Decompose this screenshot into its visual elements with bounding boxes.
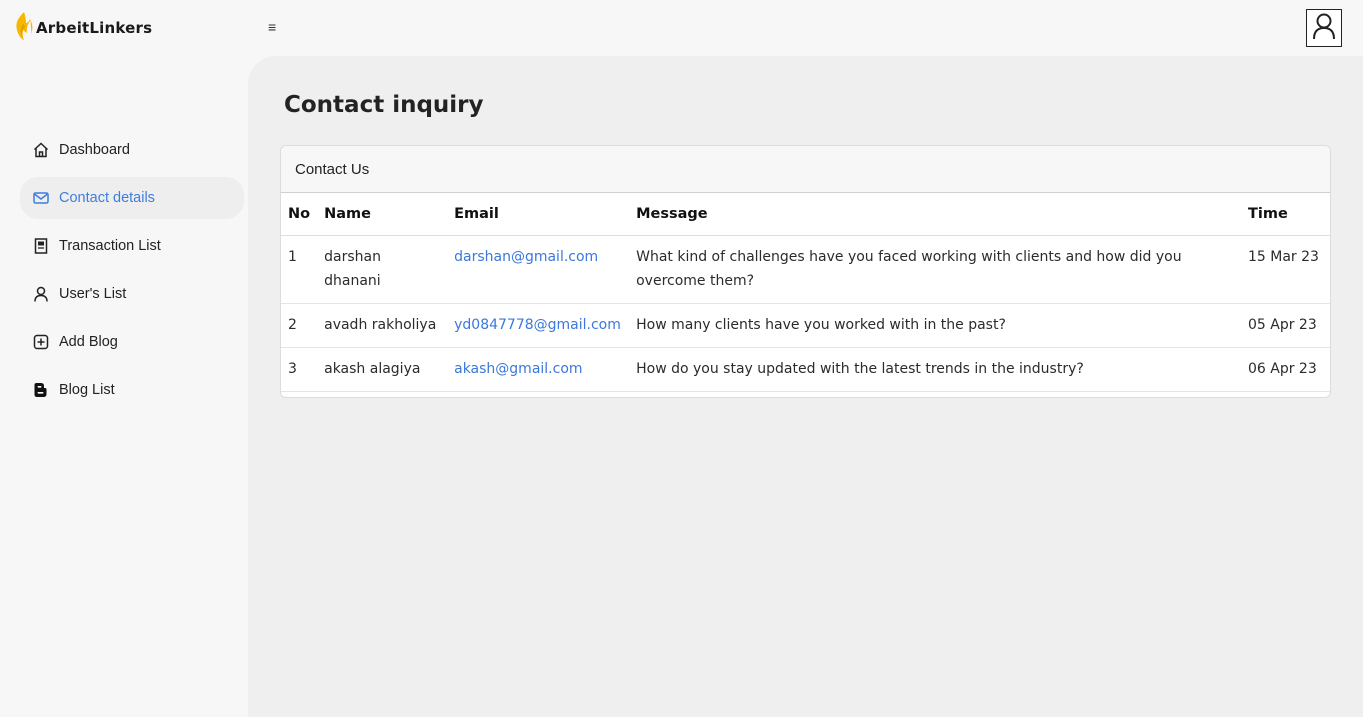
cell-name: avadh rakholiya [317, 303, 448, 348]
sidebar-item-label: Contact details [59, 190, 155, 206]
contact-table: No Name Email Message Time 1 darshan dha… [281, 193, 1330, 392]
contact-card: Contact Us No Name Email Message Time 1 … [280, 145, 1331, 398]
sidebar-item-users-list[interactable]: User's List [0, 270, 248, 318]
card-header: Contact Us [281, 146, 1330, 193]
sidebar-nav: Dashboard Contact details Transaction Li… [0, 126, 248, 414]
ledger-icon [32, 238, 49, 255]
sidebar-item-label: Add Blog [59, 334, 118, 350]
table-row: 3 akash alagiya akash@gmail.com How do y… [281, 347, 1330, 392]
cell-name: darshan dhanani [317, 235, 448, 304]
table-header-row: No Name Email Message Time [281, 193, 1330, 236]
home-icon [32, 142, 49, 159]
top-bar: ArbeitLinkers ≡ [0, 0, 1363, 56]
sidebar-item-label: Dashboard [59, 142, 130, 158]
sidebar-item-label: User's List [59, 286, 127, 302]
flame-logo-icon [14, 11, 34, 46]
sidebar-item-dashboard[interactable]: Dashboard [0, 126, 248, 174]
cell-time: 06 Apr 23 [1241, 347, 1330, 392]
cell-name: akash alagiya [317, 347, 448, 392]
brand-name: ArbeitLinkers [36, 19, 153, 37]
sidebar: Dashboard Contact details Transaction Li… [0, 56, 248, 717]
sidebar-item-contact-details[interactable]: Contact details [20, 177, 244, 219]
cell-message: What kind of challenges have you faced w… [629, 235, 1241, 304]
page-title: Contact inquiry [284, 92, 484, 118]
table-row: 2 avadh rakholiya yd0847778@gmail.com Ho… [281, 303, 1330, 348]
cell-time: 05 Apr 23 [1241, 303, 1330, 348]
cell-time: 15 Mar 23 [1241, 235, 1330, 304]
cell-message: How many clients have you worked with in… [629, 303, 1241, 348]
blogger-icon [32, 382, 49, 399]
sidebar-item-transaction-list[interactable]: Transaction List [0, 222, 248, 270]
cell-email-link[interactable]: darshan@gmail.com [447, 235, 630, 304]
sidebar-item-label: Transaction List [59, 238, 161, 254]
user-avatar-icon [1312, 12, 1336, 45]
user-icon [32, 286, 49, 303]
column-header-email: Email [447, 193, 630, 236]
sidebar-item-blog-list[interactable]: Blog List [0, 366, 248, 414]
cell-no: 2 [281, 303, 318, 348]
cell-message: How do you stay updated with the latest … [629, 347, 1241, 392]
sidebar-item-label: Blog List [59, 382, 115, 398]
cell-no: 3 [281, 347, 318, 392]
column-header-time: Time [1241, 193, 1330, 236]
main-content: Contact inquiry Contact Us No Name Email… [248, 56, 1363, 717]
column-header-name: Name [317, 193, 448, 236]
plus-square-icon [32, 334, 49, 351]
sidebar-item-add-blog[interactable]: Add Blog [0, 318, 248, 366]
profile-button[interactable] [1306, 9, 1342, 47]
menu-toggle-icon[interactable]: ≡ [268, 18, 286, 36]
cell-no: 1 [281, 235, 318, 304]
table-row: 1 darshan dhanani darshan@gmail.com What… [281, 235, 1330, 304]
cell-email-link[interactable]: akash@gmail.com [447, 347, 630, 392]
mail-icon [32, 190, 49, 207]
cell-email-link[interactable]: yd0847778@gmail.com [447, 303, 630, 348]
column-header-no: No [281, 193, 318, 236]
column-header-message: Message [629, 193, 1241, 236]
brand-logo[interactable]: ArbeitLinkers [14, 11, 153, 46]
